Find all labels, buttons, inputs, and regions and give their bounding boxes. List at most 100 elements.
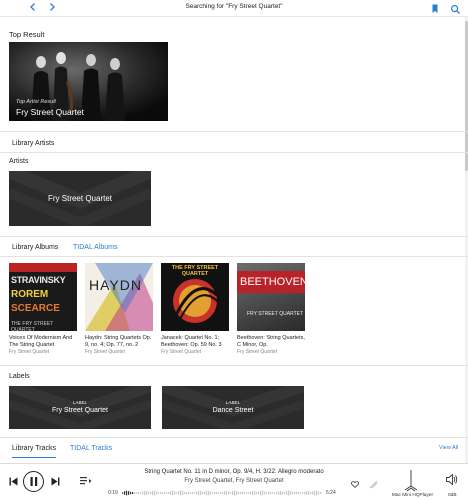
waveform-bar — [272, 492, 274, 494]
waveform-bar — [138, 491, 140, 495]
waveform-bar — [264, 491, 266, 495]
divider — [0, 365, 468, 366]
waveform-bar — [186, 491, 188, 495]
waveform-bar — [226, 490, 228, 496]
waveform-bar — [288, 490, 290, 496]
waveform-bar — [198, 490, 200, 496]
album-title: Janacek: Quartet No. 1; Beethoven: Op. 5… — [161, 335, 222, 348]
tab-library-tracks[interactable]: Library Tracks — [12, 445, 56, 458]
output-device-icon[interactable] — [404, 470, 418, 492]
waveform-bar — [202, 491, 204, 495]
waveform-bar — [154, 490, 156, 496]
top-result-subtitle: Top Artist Result — [16, 99, 56, 105]
waveform-bar — [300, 492, 302, 494]
tab-tidal-tracks[interactable]: TIDAL Tracks — [70, 445, 112, 457]
seek-waveform[interactable] — [122, 490, 322, 496]
radio-icon[interactable] — [369, 480, 378, 489]
waveform-bar — [124, 491, 126, 495]
album-card[interactable]: STRAVINSKY ROREM SCEARCE THE FRY STREET … — [9, 263, 77, 355]
label-name: Fry Street Quartet — [51, 407, 109, 414]
album-card[interactable]: HAYDN Haydn: String Quartets Op. 9, no. … — [85, 263, 153, 355]
waveform-bar — [240, 491, 242, 495]
divider — [0, 236, 468, 237]
view-all-link[interactable]: View All — [439, 445, 458, 451]
top-result-card[interactable]: Top Artist Result Fry Street Quartet — [9, 42, 168, 121]
waveform-bar — [180, 490, 182, 496]
artist-card[interactable]: Fry Street Quartet — [9, 171, 151, 226]
waveform-bar — [250, 491, 252, 495]
waveform-bar — [234, 490, 236, 496]
waveform-bar — [200, 490, 202, 496]
label-card[interactable]: LABEL Fry Street Quartet — [9, 386, 151, 429]
waveform-bar — [126, 490, 128, 496]
waveform-bar — [278, 491, 280, 495]
waveform-bar — [162, 492, 164, 494]
waveform-bar — [260, 490, 262, 496]
waveform-bar — [204, 491, 206, 495]
waveform-bar — [158, 492, 160, 494]
search-icon — [450, 4, 460, 14]
waveform-bar — [216, 491, 218, 495]
label-card[interactable]: LABEL Dance Street — [162, 386, 304, 429]
artists-heading: Artists — [9, 158, 29, 165]
waveform-bar — [248, 492, 250, 494]
waveform-bar — [196, 491, 198, 495]
waveform-bar — [310, 491, 312, 495]
waveform-bar — [166, 492, 168, 494]
waveform-bar — [236, 491, 238, 495]
bookmark-button[interactable] — [430, 2, 442, 14]
waveform-bar — [184, 491, 186, 495]
label-kicker: LABEL — [72, 400, 87, 405]
waveform-bar — [320, 492, 322, 494]
divider — [0, 152, 468, 153]
waveform-bar — [128, 491, 130, 495]
waveform-bar — [176, 492, 178, 494]
cover-line: STRAVINSKY — [11, 275, 66, 285]
waveform-bar — [306, 491, 308, 495]
waveform-bar — [266, 492, 268, 494]
waveform-bar — [134, 491, 136, 495]
labels-heading: Labels — [9, 373, 30, 380]
waveform-bar — [178, 491, 180, 495]
waveform-bar — [222, 491, 224, 495]
waveform-bar — [230, 492, 232, 494]
waveform-bar — [244, 492, 246, 494]
heart-icon[interactable] — [351, 481, 359, 488]
waveform-bar — [136, 492, 138, 494]
waveform-bar — [298, 491, 300, 495]
waveform-bar — [152, 490, 154, 496]
waveform-bar — [304, 491, 306, 495]
album-artist: Fry Street Quartet — [161, 349, 202, 356]
album-card[interactable]: THE FRY STREET QUARTET Janacek: Quartet … — [161, 263, 229, 355]
waveform-bar — [156, 491, 158, 495]
album-cover: THE FRY STREET QUARTET — [161, 263, 229, 331]
artist-name: Fry Street Quartet — [47, 194, 113, 203]
cover-art — [85, 263, 153, 331]
waveform-bar — [228, 491, 230, 495]
tab-tidal-albums[interactable]: TIDAL Albums — [73, 244, 117, 256]
cover-line: SCEARCE — [11, 303, 60, 314]
cover-art — [173, 279, 220, 323]
waveform-bar — [282, 491, 284, 495]
waveform-bar — [314, 490, 316, 496]
waveform-bar — [190, 492, 192, 494]
waveform-bar — [168, 491, 170, 495]
player-bar: String Quartet No. 11 in D minor, Op. 9/… — [0, 463, 468, 500]
divider — [0, 437, 468, 438]
waveform-bar — [270, 491, 272, 495]
waveform-bar — [194, 492, 196, 494]
waveform-bar — [258, 491, 260, 495]
waveform-bar — [148, 491, 150, 495]
elapsed-time: 0:19 — [108, 490, 118, 496]
album-cover: STRAVINSKY ROREM SCEARCE THE FRY STREET … — [9, 263, 77, 331]
album-card[interactable]: BEETHOVEN FRY STREET QUARTET Beethoven: … — [237, 263, 305, 355]
waveform-bar — [206, 490, 208, 496]
waveform-bar — [140, 492, 142, 494]
volume-icon[interactable] — [446, 474, 458, 485]
search-button[interactable] — [450, 2, 462, 14]
now-playing-title: String Quartet No. 11 in D minor, Op. 9/… — [144, 469, 324, 475]
waveform-bar — [294, 491, 296, 495]
waveform-bar — [242, 491, 244, 495]
divider — [0, 256, 468, 257]
album-artist: Fry Street Quartet — [85, 349, 126, 356]
